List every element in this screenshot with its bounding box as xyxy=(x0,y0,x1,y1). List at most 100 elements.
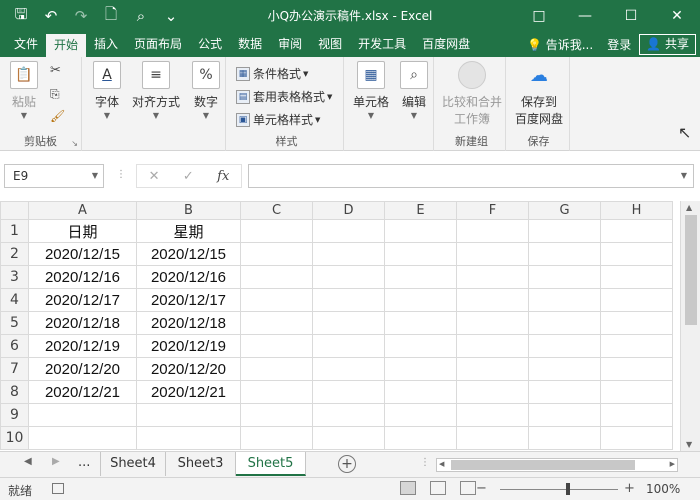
compare-merge-button[interactable]: 比较和合并 工作簿 xyxy=(438,61,506,127)
row-header[interactable]: 9 xyxy=(0,403,29,427)
cell[interactable] xyxy=(312,380,385,404)
sheet-tab[interactable]: Sheet3 xyxy=(166,452,236,476)
enter-icon[interactable]: ✓ xyxy=(183,169,194,184)
more-sheets-button[interactable]: ... xyxy=(78,455,90,470)
cell[interactable] xyxy=(28,426,137,450)
maximize-icon[interactable]: ☐ xyxy=(608,0,654,32)
zoom-in-icon[interactable]: + xyxy=(624,481,635,496)
cell[interactable] xyxy=(600,380,673,404)
new-file-icon[interactable]: 🗋 xyxy=(96,4,126,29)
dialog-launcher-icon[interactable]: ↘ xyxy=(71,139,78,148)
cell[interactable] xyxy=(600,219,673,243)
scroll-left-icon[interactable]: ◀ xyxy=(439,460,444,468)
cell[interactable]: 2020/12/21 xyxy=(136,380,241,404)
cell[interactable] xyxy=(456,426,529,450)
cell[interactable] xyxy=(528,426,601,450)
cell[interactable] xyxy=(456,288,529,312)
worksheet-grid[interactable]: A B C D E F G H 1 日期 星期 2 2020/12/15 2020/12/… xyxy=(0,201,680,451)
ribbon-display-options-icon[interactable]: □ xyxy=(516,0,562,32)
conditional-format-button[interactable]: ▦ 条件格式 ▼ xyxy=(236,65,308,82)
cell[interactable]: 日期 xyxy=(28,219,137,243)
cell[interactable] xyxy=(384,311,457,335)
column-header[interactable]: C xyxy=(240,201,313,220)
zoom-slider-thumb[interactable] xyxy=(566,483,570,495)
cell[interactable] xyxy=(384,265,457,289)
cell[interactable] xyxy=(384,380,457,404)
font-button[interactable]: A 字体 ▼ xyxy=(90,61,124,120)
cell[interactable] xyxy=(312,219,385,243)
cell[interactable]: 2020/12/20 xyxy=(28,357,137,381)
cell[interactable] xyxy=(312,311,385,335)
cell[interactable] xyxy=(136,426,241,450)
cell[interactable]: 2020/12/15 xyxy=(28,242,137,266)
cell[interactable] xyxy=(312,403,385,427)
row-header[interactable]: 4 xyxy=(0,288,29,312)
cell[interactable] xyxy=(28,403,137,427)
column-header[interactable]: B xyxy=(136,201,241,220)
column-header[interactable]: G xyxy=(528,201,601,220)
cell[interactable]: 2020/12/21 xyxy=(28,380,137,404)
tab-formulas[interactable]: 公式 xyxy=(190,32,230,57)
cell[interactable] xyxy=(456,265,529,289)
cell[interactable] xyxy=(240,403,313,427)
cell[interactable] xyxy=(312,288,385,312)
cell[interactable] xyxy=(600,288,673,312)
cell[interactable] xyxy=(528,334,601,358)
next-sheet-icon[interactable]: ▶ xyxy=(52,456,60,467)
cell[interactable] xyxy=(312,334,385,358)
insert-function-icon[interactable]: fx xyxy=(217,169,229,184)
cell[interactable] xyxy=(528,403,601,427)
cell[interactable] xyxy=(240,311,313,335)
column-header[interactable]: F xyxy=(456,201,529,220)
select-all-corner[interactable] xyxy=(0,201,29,220)
cell[interactable]: 2020/12/17 xyxy=(28,288,137,312)
cell[interactable] xyxy=(384,219,457,243)
cell[interactable]: 2020/12/19 xyxy=(136,334,241,358)
cell[interactable] xyxy=(240,357,313,381)
cell[interactable] xyxy=(384,426,457,450)
cell[interactable]: 2020/12/18 xyxy=(28,311,137,335)
cell[interactable] xyxy=(456,219,529,243)
cell[interactable] xyxy=(528,311,601,335)
cell-styles-button[interactable]: ▣ 单元格样式 ▼ xyxy=(236,111,320,128)
tab-insert[interactable]: 插入 xyxy=(86,32,126,57)
cell[interactable]: 2020/12/19 xyxy=(28,334,137,358)
format-painter-button[interactable]: 🖌 xyxy=(50,109,65,123)
cell[interactable] xyxy=(456,380,529,404)
column-header[interactable]: E xyxy=(384,201,457,220)
share-button[interactable]: 👤 共享 xyxy=(639,34,696,55)
formula-bar-grip-icon[interactable]: ⋮ xyxy=(116,169,126,180)
tab-developer[interactable]: 开发工具 xyxy=(350,32,414,57)
close-icon[interactable]: ✕ xyxy=(654,0,700,32)
column-header[interactable]: A xyxy=(28,201,137,220)
row-header[interactable]: 10 xyxy=(0,426,29,450)
undo-icon[interactable]: ↶ xyxy=(36,7,66,25)
scroll-down-icon[interactable]: ▼ xyxy=(686,440,692,449)
scroll-thumb[interactable] xyxy=(685,215,697,325)
save-icon[interactable]: 🖫 xyxy=(6,4,36,29)
save-to-baidu-button[interactable]: ☁ 保存到 百度网盘 xyxy=(508,61,570,127)
cell[interactable]: 2020/12/16 xyxy=(136,265,241,289)
row-header[interactable]: 5 xyxy=(0,311,29,335)
cell[interactable]: 2020/12/17 xyxy=(136,288,241,312)
name-box[interactable]: E9 ▼ xyxy=(4,164,104,188)
tab-baidu-netdisk[interactable]: 百度网盘 xyxy=(414,32,478,57)
page-layout-view-icon[interactable] xyxy=(430,481,446,495)
page-break-view-icon[interactable] xyxy=(460,481,476,495)
row-header[interactable]: 8 xyxy=(0,380,29,404)
cell[interactable] xyxy=(528,242,601,266)
macro-record-icon[interactable] xyxy=(52,483,64,494)
cell[interactable] xyxy=(528,357,601,381)
add-sheet-icon[interactable]: + xyxy=(338,455,356,473)
cell[interactable] xyxy=(528,219,601,243)
minimize-icon[interactable]: — xyxy=(562,0,608,32)
column-header[interactable]: H xyxy=(600,201,673,220)
sheet-tab[interactable]: Sheet4 xyxy=(100,452,166,476)
cell[interactable] xyxy=(240,242,313,266)
cell[interactable] xyxy=(240,334,313,358)
cell[interactable] xyxy=(528,380,601,404)
chevron-down-icon[interactable]: ▼ xyxy=(681,171,687,180)
tell-me-search[interactable]: 💡 告诉我... xyxy=(521,36,599,53)
cell[interactable] xyxy=(456,242,529,266)
normal-view-icon[interactable] xyxy=(400,481,416,495)
